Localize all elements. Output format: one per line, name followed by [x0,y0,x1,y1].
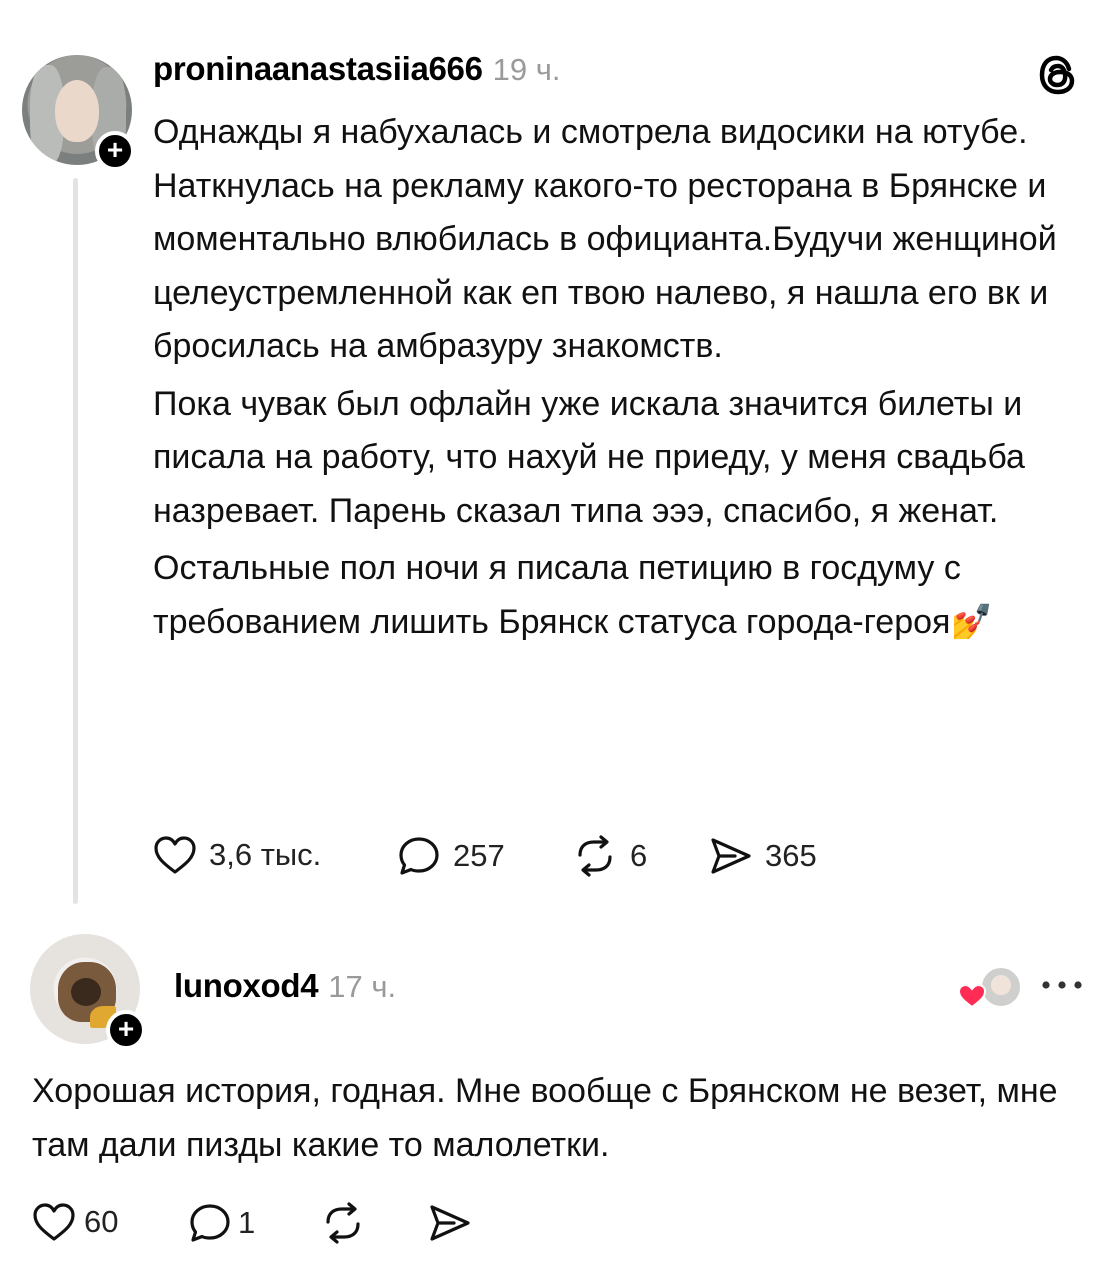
follow-plus-icon[interactable]: + [95,131,135,171]
like-button[interactable]: 3,6 тыс. [153,835,321,875]
thread-line [73,178,78,904]
reply-button[interactable]: 257 [397,835,505,877]
post-header: proninaanastasiia666 19 ч. [153,50,561,88]
reply-count: 257 [453,838,505,873]
comment-bubble-icon [397,835,441,877]
reply-username[interactable]: lunoxod4 [174,967,319,1005]
post-time: 19 ч. [492,52,561,87]
post-body: Однажды я набухалась и смотрела видосики… [153,106,1093,653]
reply-time: 17 ч. [328,969,397,1004]
repost-icon [320,1202,366,1244]
reply-share-button[interactable] [426,1202,472,1244]
share-button[interactable]: 365 [707,835,817,877]
repost-icon [572,835,618,877]
post-paragraph-2: Пока чувак был офлайн уже искала значитс… [153,384,1025,530]
reply-header: lunoxod4 17 ч. [174,967,396,1005]
threads-logo-icon[interactable] [1036,52,1082,98]
heart-icon [32,1202,76,1242]
like-count: 3,6 тыс. [209,837,322,872]
post-paragraph-1: Однажды я набухалась и смотрела видосики… [153,113,1057,365]
send-icon [426,1202,472,1244]
nail-polish-emoji: 💅 [950,602,993,641]
share-count: 365 [765,838,817,873]
reply-reply-button[interactable]: 1 [188,1202,255,1244]
repost-button[interactable]: 6 [572,835,647,877]
reply-body: Хорошая история, годная. Мне вообще с Бр… [32,1072,1058,1164]
post-username[interactable]: proninaanastasiia666 [153,50,483,88]
heart-icon [153,835,197,875]
reply-repost-button[interactable] [320,1202,366,1244]
heart-filled-icon [957,983,987,1009]
post-paragraph-3-text: Остальные пол ночи я писала петицию в го… [153,549,961,641]
send-icon [707,835,753,877]
reply-reply-count: 1 [238,1205,256,1240]
reply-like-button[interactable]: 60 [32,1202,118,1242]
comment-bubble-icon [188,1202,232,1244]
reply-like-count: 60 [84,1204,119,1239]
post-paragraph-3: Остальные пол ночи я писала петицию в го… [153,542,1093,649]
more-dots-icon[interactable] [1040,978,1084,992]
repost-count: 6 [630,838,648,873]
reply-follow-plus-icon[interactable]: + [106,1010,146,1050]
